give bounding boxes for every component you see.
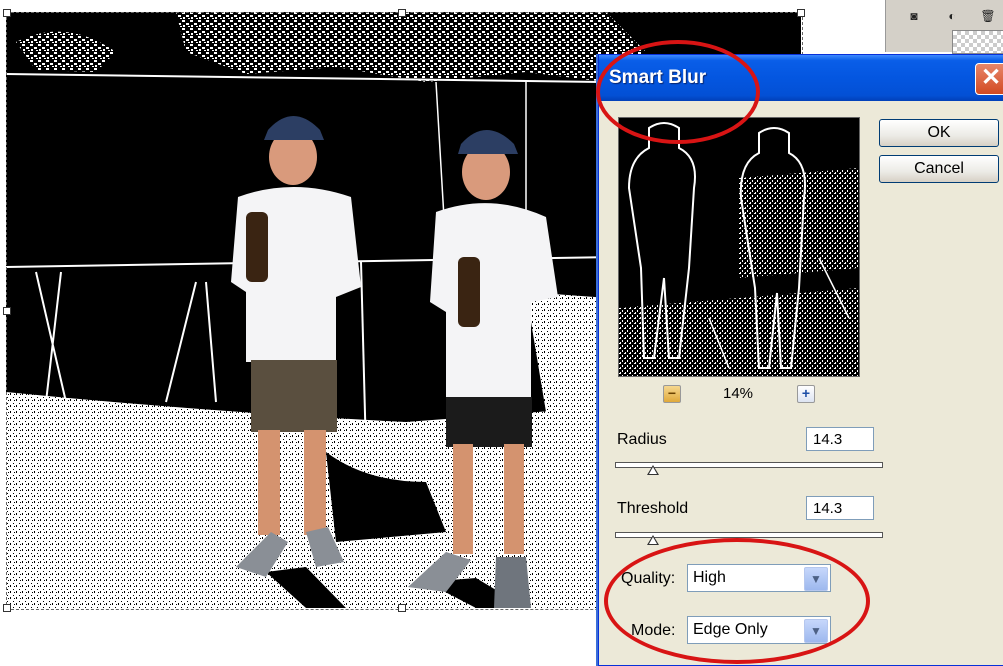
preview-pane[interactable]	[618, 117, 860, 377]
trash-icon[interactable]: 🗑	[980, 8, 996, 24]
radius-label: Radius	[617, 431, 667, 448]
layers-panel: ◙ ◐ 🗑	[885, 0, 1003, 54]
title-bar[interactable]: Smart Blur ✕	[599, 55, 1003, 101]
preview-image	[619, 118, 859, 376]
mode-value: Edge Only	[693, 621, 768, 638]
quality-value: High	[693, 569, 726, 586]
radius-slider[interactable]	[615, 462, 883, 475]
cancel-button[interactable]: Cancel	[879, 155, 999, 183]
threshold-input[interactable]: 14.3	[806, 496, 874, 520]
chevron-down-icon[interactable]: ▼	[804, 567, 828, 591]
selection-handle[interactable]	[3, 307, 11, 315]
selection-handle[interactable]	[797, 9, 805, 17]
selection-handle[interactable]	[3, 9, 11, 17]
zoom-level: 14%	[722, 385, 754, 402]
new-layer-icon[interactable]: ◙	[906, 8, 922, 24]
zoom-in-button[interactable]: +	[797, 385, 815, 403]
quality-label: Quality:	[621, 570, 676, 587]
chevron-down-icon[interactable]: ▼	[804, 619, 828, 643]
threshold-label: Threshold	[617, 500, 689, 517]
smart-blur-dialog: Smart Blur ✕ OK Cancel − 14% + Radius 14…	[598, 54, 1003, 666]
mode-select[interactable]: Edge Only ▼	[687, 616, 831, 644]
adjustment-layer-icon[interactable]: ◐	[944, 8, 960, 24]
mode-label: Mode:	[631, 622, 676, 639]
dialog-title: Smart Blur	[609, 67, 707, 88]
close-button[interactable]: ✕	[975, 63, 1003, 95]
threshold-slider-thumb[interactable]	[647, 535, 660, 545]
quality-select[interactable]: High ▼	[687, 564, 831, 592]
threshold-slider[interactable]	[615, 532, 883, 545]
selection-handle[interactable]	[398, 604, 406, 612]
radius-input[interactable]: 14.3	[806, 427, 874, 451]
layer-thumbnail[interactable]	[952, 30, 1003, 54]
radius-slider-thumb[interactable]	[647, 465, 660, 475]
selection-handle[interactable]	[3, 604, 11, 612]
zoom-out-button[interactable]: −	[663, 385, 681, 403]
selection-handle[interactable]	[398, 9, 406, 17]
ok-button[interactable]: OK	[879, 119, 999, 147]
